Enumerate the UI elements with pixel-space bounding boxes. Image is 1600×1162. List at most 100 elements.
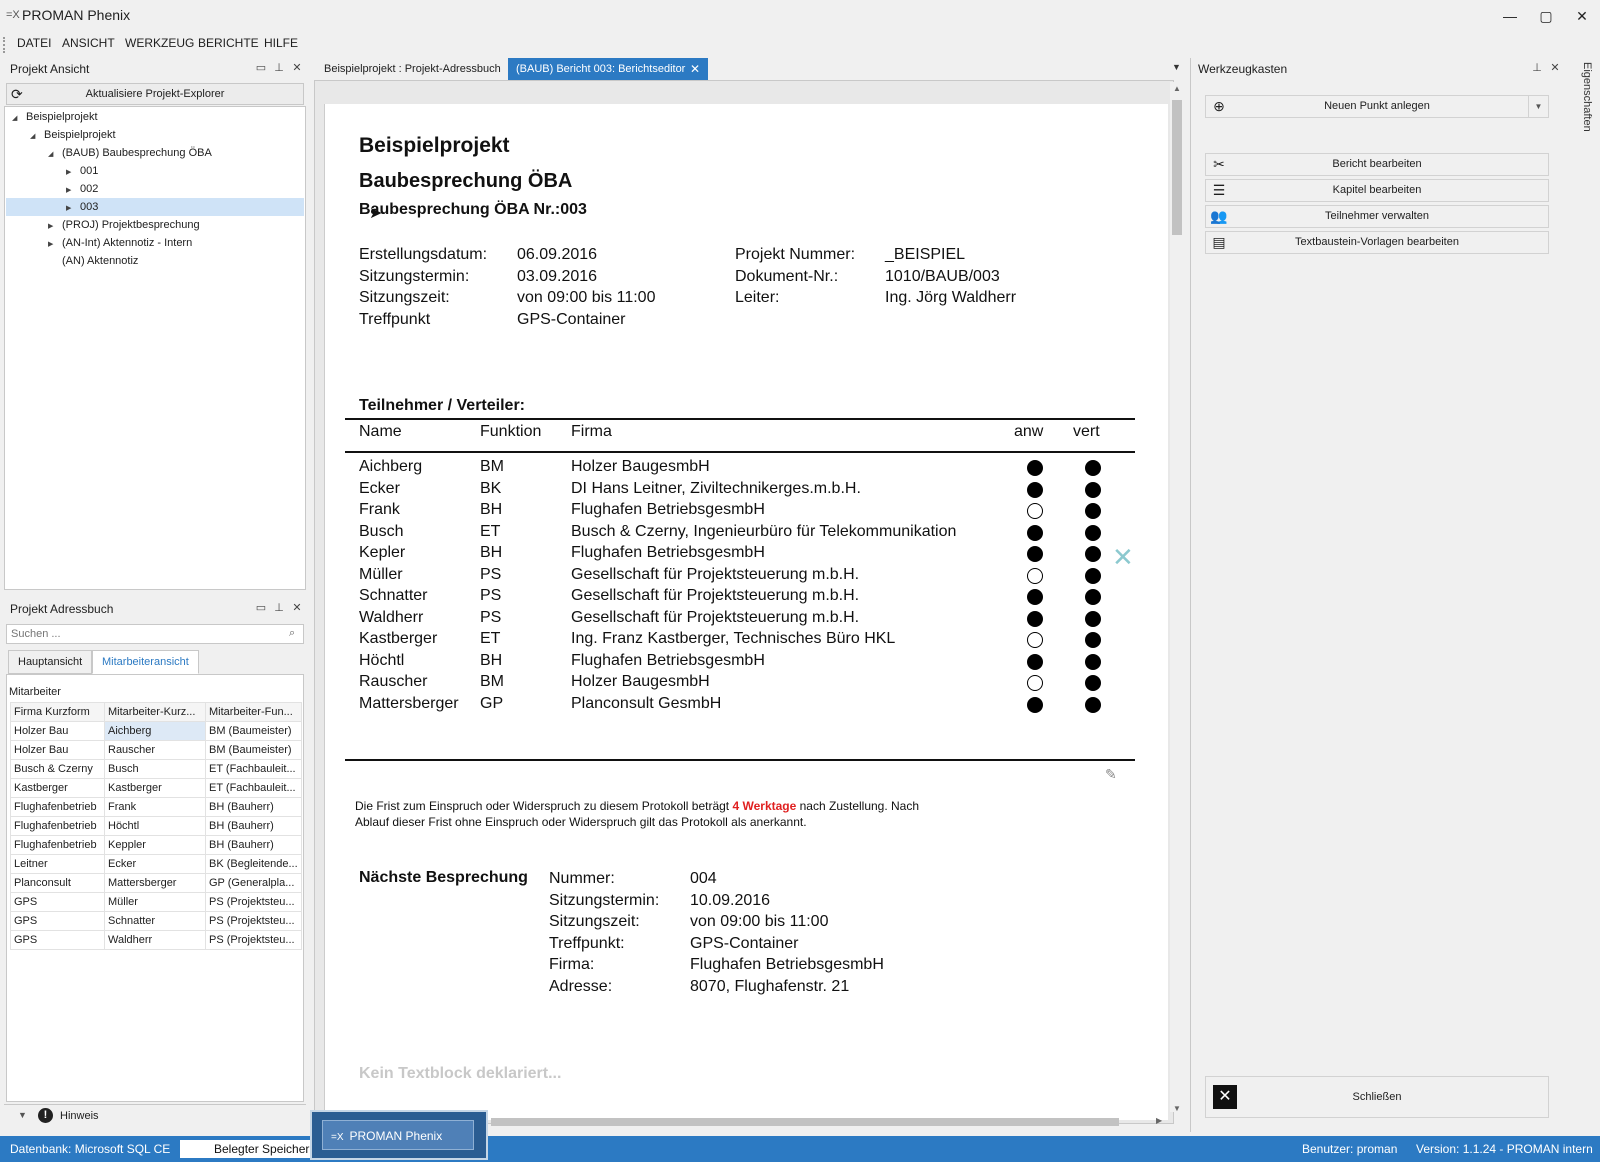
distribution-filled-dot[interactable]: [1085, 546, 1101, 562]
table-row[interactable]: Leitner Ecker BK (Begleitende...: [10, 854, 302, 874]
refresh-explorer-button[interactable]: ⟳ Aktualisiere Projekt-Explorer: [6, 83, 304, 105]
menu-datei[interactable]: DATEI: [17, 36, 51, 50]
tree-node[interactable]: ▶ (PROJ) Projektbesprechung: [48, 216, 200, 234]
close-window-button[interactable]: ✕: [1566, 5, 1598, 27]
minimize-button[interactable]: —: [1494, 5, 1526, 27]
table-cell[interactable]: BH (Bauherr): [205, 835, 302, 855]
table-cell[interactable]: Höchtl: [104, 816, 206, 836]
tree-node[interactable]: ◢ (BAUB) Baubesprechung ÖBA: [48, 144, 212, 162]
scroll-right-icon[interactable]: ▶: [1156, 1116, 1162, 1125]
distribution-filled-dot[interactable]: [1085, 653, 1101, 670]
table-cell[interactable]: PS (Projektsteu...: [205, 892, 302, 912]
menu-werkzeug[interactable]: WERKZEUG: [125, 36, 194, 50]
maximize-button[interactable]: ▢: [1530, 5, 1562, 27]
pin-icon[interactable]: ⊥: [1530, 61, 1544, 75]
edit-report-button[interactable]: ✂ Bericht bearbeiten: [1205, 153, 1549, 176]
distribution-filled-dot[interactable]: [1085, 675, 1101, 691]
present-filled-dot[interactable]: [1027, 481, 1043, 498]
table-cell[interactable]: GPS: [10, 911, 105, 931]
table-cell[interactable]: Busch: [104, 759, 206, 779]
distribution-filled-dot[interactable]: [1085, 567, 1101, 584]
table-cell[interactable]: GP (Generalpla...: [205, 873, 302, 893]
table-cell[interactable]: Planconsult: [10, 873, 105, 893]
table-row[interactable]: GPS Schnatter PS (Projektsteu...: [10, 911, 302, 931]
scroll-up-icon[interactable]: ▲: [1173, 84, 1181, 93]
hint-label[interactable]: Hinweis: [60, 1110, 99, 1122]
tree-node[interactable]: ◢ Beispielprojekt: [12, 108, 98, 126]
toolbar-grip[interactable]: [3, 37, 6, 53]
present-empty-dot[interactable]: [1027, 567, 1043, 584]
distribution-filled-dot[interactable]: [1085, 481, 1101, 498]
table-cell[interactable]: BM (Baumeister): [205, 721, 302, 741]
table-cell[interactable]: Aichberg: [104, 721, 206, 741]
distribution-filled-dot[interactable]: [1085, 503, 1101, 519]
table-row[interactable]: GPS Müller PS (Projektsteu...: [10, 892, 302, 912]
table-cell[interactable]: Kastberger: [104, 778, 206, 798]
distribution-filled-dot[interactable]: [1085, 696, 1101, 713]
table-row[interactable]: Holzer Bau Aichberg BM (Baumeister): [10, 721, 302, 741]
present-empty-dot[interactable]: [1027, 675, 1043, 691]
close-panel-icon[interactable]: ✕: [290, 61, 304, 75]
table-cell[interactable]: Flughafenbetrieb: [10, 835, 105, 855]
table-cell[interactable]: BH (Bauherr): [205, 816, 302, 836]
tab-report-editor[interactable]: (BAUB) Bericht 003: Berichtseditor ✕: [508, 58, 708, 80]
present-filled-dot[interactable]: [1027, 524, 1043, 541]
tree-node[interactable]: ▶ 001: [66, 162, 98, 180]
table-cell[interactable]: GPS: [10, 930, 105, 950]
table-row[interactable]: Kastberger Kastberger ET (Fachbauleit...: [10, 778, 302, 798]
table-row[interactable]: Busch & Czerny Busch ET (Fachbauleit...: [10, 759, 302, 779]
tree-node[interactable]: ▶ 003: [6, 198, 304, 216]
table-cell[interactable]: PS (Projektsteu...: [205, 930, 302, 950]
new-point-button[interactable]: ⊕ Neuen Punkt anlegen ▼: [1205, 95, 1549, 118]
table-cell[interactable]: Waldherr: [104, 930, 206, 950]
column-header[interactable]: Mitarbeiter-Kurz...: [104, 702, 206, 722]
present-empty-dot[interactable]: [1027, 503, 1043, 519]
pin-icon[interactable]: ⊥: [272, 601, 286, 615]
tree-expander-icon[interactable]: ◢: [12, 110, 22, 128]
edit-icon[interactable]: ✎: [1105, 766, 1117, 783]
collapse-icon[interactable]: ▼: [18, 1110, 27, 1120]
present-filled-dot[interactable]: [1027, 610, 1043, 627]
tab-hauptansicht[interactable]: Hauptansicht: [8, 650, 93, 674]
distribution-filled-dot[interactable]: [1085, 632, 1101, 648]
table-row[interactable]: Flughafenbetrieb Höchtl BH (Bauherr): [10, 816, 302, 836]
taskbar-app-button[interactable]: =X PROMAN Phenix: [322, 1120, 474, 1150]
table-cell[interactable]: Ecker: [104, 854, 206, 874]
search-icon[interactable]: ⌕: [289, 627, 295, 640]
present-filled-dot[interactable]: [1027, 589, 1043, 605]
tree-node[interactable]: (AN) Aktennotiz: [48, 252, 138, 270]
table-cell[interactable]: Schnatter: [104, 911, 206, 931]
distribution-filled-dot[interactable]: [1085, 610, 1101, 627]
address-search-input[interactable]: [6, 624, 304, 644]
table-cell[interactable]: ET (Fachbauleit...: [205, 759, 302, 779]
vertical-scrollbar[interactable]: [1170, 82, 1184, 1112]
tab-address-book[interactable]: Beispielprojekt : Projekt-Adressbuch: [316, 58, 509, 80]
table-row[interactable]: Flughafenbetrieb Keppler BH (Bauherr): [10, 835, 302, 855]
present-filled-dot[interactable]: [1027, 653, 1043, 670]
table-cell[interactable]: Busch & Czerny: [10, 759, 105, 779]
table-cell[interactable]: Rauscher: [104, 740, 206, 760]
maximize-panel-icon[interactable]: ▭: [254, 601, 268, 615]
tree-expander-icon[interactable]: ◢: [30, 128, 40, 146]
column-header[interactable]: Mitarbeiter-Fun...: [205, 702, 302, 722]
table-cell[interactable]: Kastberger: [10, 778, 105, 798]
tree-node[interactable]: ◢ Beispielprojekt: [30, 126, 116, 144]
properties-side-tab[interactable]: Eigenschaften: [1573, 62, 1593, 142]
table-cell[interactable]: Holzer Bau: [10, 721, 105, 741]
close-tab-icon[interactable]: ✕: [690, 58, 700, 80]
menu-berichte[interactable]: BERICHTE: [198, 36, 259, 50]
table-row[interactable]: Flughafenbetrieb Frank BH (Bauherr): [10, 797, 302, 817]
table-row[interactable]: GPS Waldherr PS (Projektsteu...: [10, 930, 302, 950]
table-row[interactable]: Holzer Bau Rauscher BM (Baumeister): [10, 740, 302, 760]
scroll-down-icon[interactable]: ▼: [1173, 1104, 1181, 1113]
table-cell[interactable]: Mattersberger: [104, 873, 206, 893]
distribution-filled-dot[interactable]: [1085, 460, 1101, 476]
present-filled-dot[interactable]: [1027, 546, 1043, 562]
horizontal-scroll-thumb[interactable]: [491, 1118, 1119, 1126]
present-filled-dot[interactable]: [1027, 696, 1043, 713]
pin-icon[interactable]: ⊥: [272, 61, 286, 75]
table-cell[interactable]: GPS: [10, 892, 105, 912]
table-cell[interactable]: Flughafenbetrieb: [10, 816, 105, 836]
tree-node[interactable]: ▶ (AN-Int) Aktennotiz - Intern: [48, 234, 192, 252]
table-cell[interactable]: BK (Begleitende...: [205, 854, 302, 874]
